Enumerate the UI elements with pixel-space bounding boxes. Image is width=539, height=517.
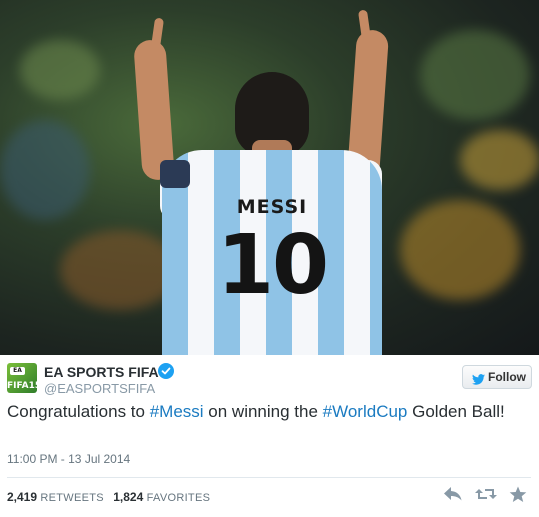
tweet-text-part: Congratulations to [7, 402, 150, 421]
favorite-count[interactable]: 1,824 [113, 490, 143, 504]
hashtag-link[interactable]: #WorldCup [323, 402, 408, 421]
tweet-stats: 2,419 RETWEETS 1,824 FAVORITES [7, 490, 216, 504]
twitter-bird-icon [472, 372, 485, 390]
avatar[interactable]: EA FIFA15 [7, 363, 37, 393]
background-bokeh [0, 120, 90, 220]
retweet-label[interactable]: RETWEETS [40, 492, 104, 504]
retweet-count[interactable]: 2,419 [7, 490, 37, 504]
display-name[interactable]: EA SPORTS FIFA [44, 364, 159, 380]
favorite-star-icon[interactable] [509, 486, 529, 504]
jersey-name: MESSI [236, 196, 308, 218]
captain-armband [160, 160, 190, 188]
avatar-badge: EA [10, 367, 25, 375]
background-bokeh [420, 30, 530, 120]
tweet-text-part: Golden Ball! [407, 402, 505, 421]
tweet-card: MESSI 10 EA FIFA15 EA SPORTS FIFA @EASPO… [0, 0, 539, 517]
avatar-text: FIFA15 [7, 381, 37, 391]
tweet-text: Congratulations to #Messi on winning the… [7, 401, 527, 423]
user-handle[interactable]: @EASPORTSFIFA [44, 381, 155, 396]
verified-badge-icon [158, 363, 174, 379]
tweet-text-part: on winning the [203, 402, 323, 421]
player-figure: MESSI 10 [120, 9, 420, 355]
follow-button[interactable]: Follow [462, 365, 532, 389]
divider [7, 477, 531, 478]
reply-icon[interactable] [443, 486, 463, 504]
tweet-timestamp[interactable]: 11:00 PM - 13 Jul 2014 [7, 452, 130, 466]
favorite-label[interactable]: FAVORITES [147, 492, 211, 504]
tweet-photo[interactable]: MESSI 10 [0, 0, 539, 355]
hashtag-link[interactable]: #Messi [150, 402, 204, 421]
retweet-icon[interactable] [475, 486, 497, 504]
jersey-number: 10 [216, 218, 329, 313]
background-bokeh [20, 40, 100, 100]
follow-label: Follow [488, 370, 526, 384]
tweet-body: EA FIFA15 EA SPORTS FIFA @EASPORTSFIFA F… [0, 355, 539, 517]
jersey: MESSI 10 [162, 150, 382, 355]
background-bokeh [460, 130, 539, 190]
